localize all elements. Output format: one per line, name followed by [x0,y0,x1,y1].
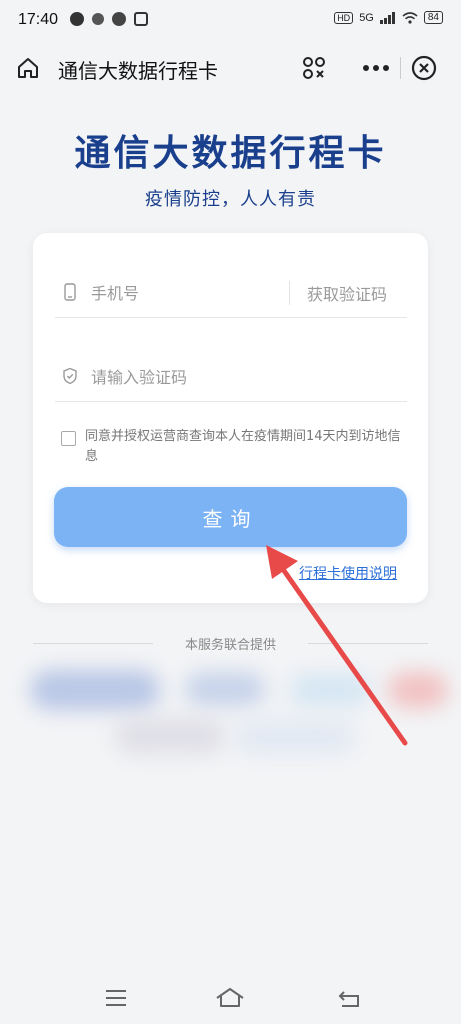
notification-icon [70,12,84,26]
agree-checkbox[interactable] [61,431,76,446]
nav-title: 通信大数据行程卡 [58,59,218,83]
status-bar: 17:40 HD 5G 84 [0,0,461,40]
provider-logo [30,670,160,710]
home-icon[interactable] [14,54,42,82]
menu-icon[interactable] [100,982,132,1014]
notification-icon [134,12,148,26]
capsule-divider [400,57,401,79]
hero-title: 通信大数据行程卡 [74,133,387,174]
scan-icon[interactable] [300,54,328,82]
phone-icon [64,283,76,301]
phone-field-row: 获取验证码 [55,269,407,318]
close-icon[interactable] [410,54,438,82]
status-time: 17:40 [18,11,59,28]
back-icon[interactable] [334,982,366,1014]
notification-icon [92,13,104,25]
wifi-icon [402,11,418,24]
notification-icons [70,12,148,26]
get-code-button[interactable]: 获取验证码 [307,281,387,305]
more-icon [363,65,389,71]
more-button[interactable] [352,50,400,86]
system-nav [0,970,461,1024]
status-right: HD 5G 84 [334,11,443,24]
hd-icon: HD [334,11,354,24]
phone-input[interactable] [89,279,283,307]
nav-bar: 通信大数据行程卡 [0,40,461,96]
hero-subtitle: 疫情防控，人人有责 [145,189,316,210]
get-code-divider [289,281,290,305]
battery-icon: 84 [423,11,443,24]
network-icon: 5G [359,11,374,24]
notification-icon [112,12,126,26]
provider-logo [115,718,225,754]
shield-icon [63,367,77,385]
signal-icon [379,11,395,24]
code-field-row [55,353,407,402]
agree-text: 同意并授权运营商查询本人在疫情期间14天内到访地信息 [85,429,401,464]
home-nav-icon[interactable] [214,982,246,1014]
code-input[interactable] [89,363,393,391]
red-arrow-annotation [266,545,408,746]
